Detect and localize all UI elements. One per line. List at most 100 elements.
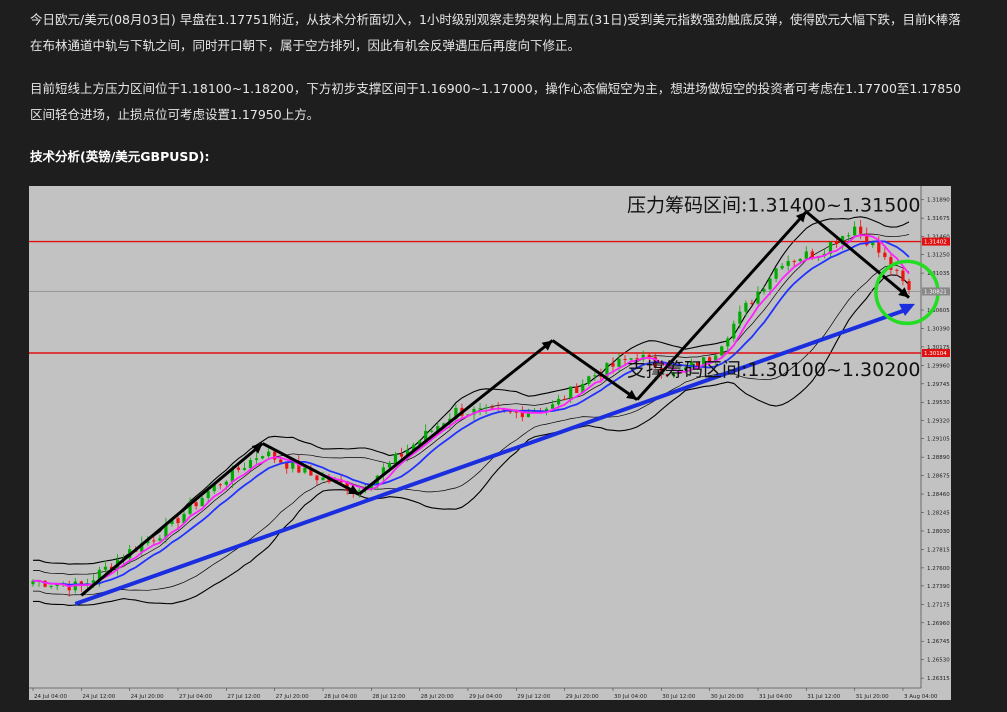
chart-svg: 1.318901.316751.314601.312501.310351.306… <box>29 186 950 700</box>
x-tick-label: 27 Jul 20:00 <box>276 694 309 700</box>
candle-body <box>569 386 573 400</box>
support-trend-line <box>74 308 904 606</box>
candle-body <box>242 468 247 470</box>
y-tick-label: 1.30390 <box>927 326 950 332</box>
price-tag-label: 1.30104 <box>924 351 947 357</box>
candle-body <box>484 407 488 409</box>
candle-body <box>846 235 851 237</box>
candle-body <box>575 386 579 394</box>
candle-body <box>315 475 319 481</box>
candle-body <box>907 281 911 290</box>
candle-body <box>236 467 241 470</box>
candle-body <box>200 498 204 507</box>
candle-body <box>756 291 760 304</box>
y-tick-label: 1.29960 <box>927 363 950 369</box>
candle-body <box>774 268 778 279</box>
y-tick-label: 1.29530 <box>927 400 950 406</box>
y-tick-label: 1.31675 <box>927 216 950 222</box>
x-tick-label: 24 Jul 20:00 <box>131 694 164 700</box>
candle-body <box>798 258 802 262</box>
x-tick-label: 27 Jul 04:00 <box>179 694 212 700</box>
candle-body <box>901 270 905 282</box>
x-tick-label: 30 Jul 04:00 <box>614 694 647 700</box>
y-tick-label: 1.28030 <box>927 529 950 535</box>
candle-body <box>279 459 283 463</box>
x-tick-label: 28 Jul 20:00 <box>421 694 454 700</box>
article-paragraph-2: 目前短线上方压力区间位于1.18100~1.18200，下方初步支撑区间于1.1… <box>30 81 962 122</box>
y-tick-label: 1.26530 <box>927 658 950 664</box>
candle-body <box>194 502 198 507</box>
y-tick-label: 1.26960 <box>927 621 950 627</box>
y-tick-label: 1.26745 <box>927 639 950 645</box>
candle-body <box>563 398 567 400</box>
article-paragraph-1: 今日欧元/美元(08月03日) 早盘在1.17751附近，从技术分析面切入，1小… <box>30 12 961 53</box>
candle-body <box>267 451 271 457</box>
y-tick-label: 1.27175 <box>927 602 950 608</box>
candle-body <box>387 462 392 468</box>
x-tick-label: 29 Jul 20:00 <box>566 694 599 700</box>
x-tick-label: 31 Jul 12:00 <box>807 694 840 700</box>
candle-body <box>744 302 748 312</box>
y-tick-label: 1.27600 <box>927 566 950 572</box>
section-heading: 技术分析(英镑/美元GBPUSD): <box>30 149 210 164</box>
candle-body <box>792 260 796 262</box>
y-tick-label: 1.29105 <box>927 437 950 443</box>
candle-body <box>768 278 772 290</box>
y-tick-label: 1.27390 <box>927 584 950 590</box>
bollinger-inner-lower <box>33 264 910 596</box>
x-tick-label: 31 Jul 20:00 <box>856 694 889 700</box>
candle-body <box>780 265 784 269</box>
candle-body <box>260 456 265 459</box>
candle-body <box>877 242 881 253</box>
candle-body <box>158 538 162 541</box>
candle-body <box>224 481 228 485</box>
candle-body <box>732 323 736 339</box>
candle-body <box>303 467 307 473</box>
candle-body <box>786 260 790 266</box>
candle-body <box>720 346 724 356</box>
y-tick-label: 1.28675 <box>927 474 950 480</box>
candle-body <box>871 242 875 246</box>
candle-body <box>176 518 180 524</box>
candle-body <box>587 376 591 384</box>
gbpusd-chart: 1.318901.316751.314601.312501.310351.306… <box>29 186 951 700</box>
candle-body <box>206 491 210 499</box>
y-tick-label: 1.28890 <box>927 455 950 461</box>
candle-body <box>810 251 814 258</box>
candle-body <box>804 251 808 259</box>
swing-arrow-line <box>261 442 360 496</box>
candle-body <box>357 490 361 492</box>
candle-body <box>883 252 887 258</box>
candle-body <box>557 398 561 405</box>
x-tick-label: 30 Jul 20:00 <box>711 694 744 700</box>
candle-body <box>248 460 253 469</box>
candle-body <box>152 540 156 542</box>
swing-arrow-line <box>551 339 638 401</box>
x-tick-label: 28 Jul 12:00 <box>372 694 405 700</box>
candle-body <box>895 269 899 271</box>
candle-body <box>617 358 621 367</box>
candle-body <box>859 226 863 234</box>
price-tag-label: 1.30821 <box>924 289 947 295</box>
x-tick-label: 28 Jul 04:00 <box>324 694 357 700</box>
bollinger-lower-band <box>33 274 910 606</box>
candle-body <box>218 484 222 486</box>
x-tick-label: 30 Jul 12:00 <box>662 694 695 700</box>
price-tag-label: 1.31402 <box>924 240 947 246</box>
resistance-zone-label: 压力筹码区间:1.31400~1.31500 <box>627 195 920 217</box>
x-tick-label: 24 Jul 04:00 <box>34 694 67 700</box>
y-tick-label: 1.29320 <box>927 418 950 424</box>
candle-body <box>254 458 259 461</box>
x-tick-label: 31 Jul 04:00 <box>759 694 792 700</box>
x-tick-label: 3 Aug 04:00 <box>904 694 938 700</box>
candle-body <box>738 311 742 324</box>
candle-body <box>611 363 615 367</box>
candle-body <box>726 338 730 347</box>
candle-body <box>321 477 325 481</box>
candle-body <box>103 566 108 570</box>
candle-body <box>593 375 597 377</box>
candle-body <box>49 586 53 588</box>
candle-body <box>762 289 766 292</box>
candle-body <box>430 430 434 432</box>
y-tick-label: 1.31890 <box>927 198 950 204</box>
